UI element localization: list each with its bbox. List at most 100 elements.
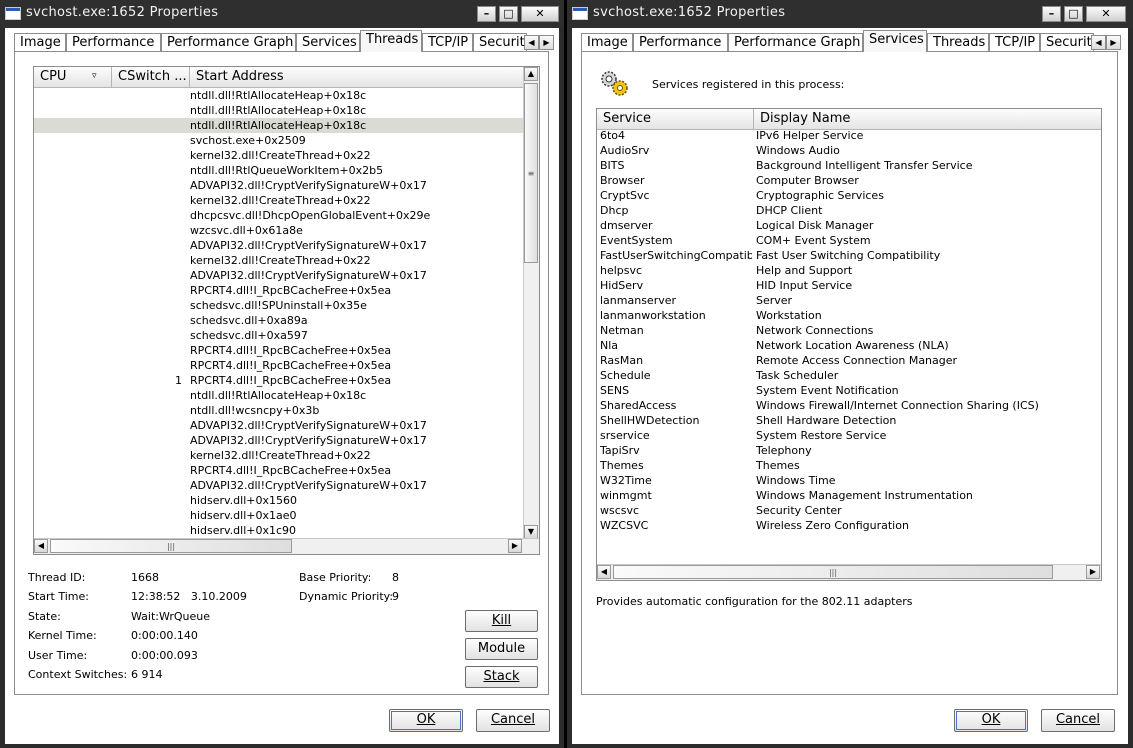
table-row[interactable]: Schedule Task Scheduler: [597, 368, 1101, 383]
tab-performance[interactable]: Performance: [633, 33, 728, 52]
table-row[interactable]: RasMan Remote Access Connection Manager: [597, 353, 1101, 368]
table-row[interactable]: WZCSVC Wireless Zero Configuration: [597, 518, 1101, 533]
table-row[interactable]: W32Time Windows Time: [597, 473, 1101, 488]
tab-security[interactable]: Securit: [1040, 33, 1094, 52]
table-row[interactable]: hidserv.dll+0x1ae0: [34, 508, 524, 523]
table-row[interactable]: FastUserSwitchingCompatibility Fast User …: [597, 248, 1101, 263]
horizontal-scrollbar[interactable]: ◀ ||| ▶: [597, 564, 1101, 580]
table-row[interactable]: ntdll.dll!RtlQueueWorkItem+0x2b5: [34, 163, 524, 178]
tab-scroll-right-button[interactable]: ▶: [539, 35, 554, 50]
table-row[interactable]: CryptSvc Cryptographic Services: [597, 188, 1101, 203]
tab-scroll-left-button[interactable]: ◀: [1091, 35, 1106, 50]
table-row[interactable]: hidserv.dll+0x1c90: [34, 523, 524, 538]
cancel-button[interactable]: Cancel: [1041, 709, 1115, 732]
table-row[interactable]: winmgmt Windows Management Instrumentatio…: [597, 488, 1101, 503]
cancel-button[interactable]: Cancel: [476, 709, 550, 732]
table-row[interactable]: svchost.exe+0x2509: [34, 133, 524, 148]
table-row[interactable]: SENS System Event Notification: [597, 383, 1101, 398]
table-row[interactable]: ADVAPI32.dll!CryptVerifySignatureW+0x17: [34, 478, 524, 493]
kill-button[interactable]: Kill: [465, 610, 538, 632]
table-row[interactable]: HidServ HID Input Service: [597, 278, 1101, 293]
tab-security[interactable]: Securit: [473, 33, 527, 52]
table-row[interactable]: 1 RPCRT4.dll!I_RpcBCacheFree+0x5ea: [34, 373, 524, 388]
table-row[interactable]: ADVAPI32.dll!CryptVerifySignatureW+0x17: [34, 418, 524, 433]
tab-tcpip[interactable]: TCP/IP: [989, 33, 1040, 52]
table-row[interactable]: ADVAPI32.dll!CryptVerifySignatureW+0x17: [34, 238, 524, 253]
scroll-left-button[interactable]: ◀: [34, 539, 48, 553]
table-row[interactable]: wscsvc Security Center: [597, 503, 1101, 518]
tab-services[interactable]: Services: [863, 30, 927, 52]
table-row[interactable]: RPCRT4.dll!I_RpcBCacheFree+0x5ea: [34, 283, 524, 298]
ok-button[interactable]: OK: [389, 709, 463, 732]
tab-threads[interactable]: Threads: [360, 30, 422, 52]
table-row[interactable]: kernel32.dll!CreateThread+0x22: [34, 253, 524, 268]
table-row[interactable]: Browser Computer Browser: [597, 173, 1101, 188]
tab-image[interactable]: Image: [581, 33, 633, 52]
table-row[interactable]: Nla Network Location Awareness (NLA): [597, 338, 1101, 353]
table-row[interactable]: BITS Background Intelligent Transfer Serv…: [597, 158, 1101, 173]
table-row[interactable]: ADVAPI32.dll!CryptVerifySignatureW+0x17: [34, 268, 524, 283]
table-row[interactable]: Dhcp DHCP Client: [597, 203, 1101, 218]
table-row[interactable]: ntdll.dll!RtlAllocateHeap+0x18c: [34, 388, 524, 403]
module-button[interactable]: Module: [465, 638, 538, 660]
tab-tcpip[interactable]: TCP/IP: [422, 33, 473, 52]
ok-button[interactable]: OK: [954, 709, 1028, 732]
tab-image[interactable]: Image: [14, 33, 66, 52]
scroll-left-button[interactable]: ◀: [597, 565, 611, 579]
maximize-button[interactable]: □: [499, 6, 518, 22]
horizontal-scroll-thumb[interactable]: |||: [613, 565, 1053, 579]
scroll-right-button[interactable]: ▶: [1086, 565, 1100, 579]
table-row[interactable]: ntdll.dll!RtlAllocateHeap+0x18c: [34, 118, 524, 133]
minimize-button[interactable]: –: [477, 6, 496, 22]
title-bar[interactable]: svchost.exe:1652 Properties – □ ✕: [0, 0, 564, 28]
tab-scroll-left-button[interactable]: ◀: [524, 35, 539, 50]
services-list[interactable]: Service Display Name 6to4 IPv6 Helper Ser…: [596, 108, 1102, 581]
close-button[interactable]: ✕: [1086, 6, 1126, 22]
table-row[interactable]: helpsvc Help and Support: [597, 263, 1101, 278]
scroll-right-button[interactable]: ▶: [508, 539, 522, 553]
table-row[interactable]: schedsvc.dll!SPUninstall+0x35e: [34, 298, 524, 313]
table-row[interactable]: RPCRT4.dll!I_RpcBCacheFree+0x5ea: [34, 343, 524, 358]
table-row[interactable]: dmserver Logical Disk Manager: [597, 218, 1101, 233]
vertical-scroll-thumb[interactable]: ≡: [524, 83, 538, 263]
table-row[interactable]: 6to4 IPv6 Helper Service: [597, 128, 1101, 143]
column-header-display-name[interactable]: Display Name: [754, 109, 1101, 129]
table-row[interactable]: AudioSrv Windows Audio: [597, 143, 1101, 158]
table-row[interactable]: lanmanworkstation Workstation: [597, 308, 1101, 323]
column-header-start-address[interactable]: Start Address: [190, 67, 530, 87]
vertical-scrollbar[interactable]: ▲ ≡ ▼: [523, 67, 539, 539]
tab-services[interactable]: Services: [296, 33, 360, 52]
table-row[interactable]: RPCRT4.dll!I_RpcBCacheFree+0x5ea: [34, 358, 524, 373]
tab-performance-graph[interactable]: Performance Graph: [728, 33, 863, 52]
horizontal-scrollbar[interactable]: ◀ ||| ▶: [34, 538, 539, 554]
tab-performance-graph[interactable]: Performance Graph: [161, 33, 296, 52]
table-row[interactable]: wzcsvc.dll+0x61a8e: [34, 223, 524, 238]
table-row[interactable]: dhcpcsvc.dll!DhcpOpenGlobalEvent+0x29e: [34, 208, 524, 223]
table-row[interactable]: hidserv.dll+0x1560: [34, 493, 524, 508]
scroll-up-button[interactable]: ▲: [524, 67, 538, 81]
table-row[interactable]: kernel32.dll!CreateThread+0x22: [34, 148, 524, 163]
tab-threads[interactable]: Threads: [927, 33, 989, 52]
column-header-cswitch[interactable]: CSwitch ...: [112, 67, 190, 87]
table-row[interactable]: ShellHWDetection Shell Hardware Detection: [597, 413, 1101, 428]
title-bar[interactable]: svchost.exe:1652 Properties – □ ✕: [567, 0, 1133, 28]
table-row[interactable]: Netman Network Connections: [597, 323, 1101, 338]
table-row[interactable]: schedsvc.dll+0xa89a: [34, 313, 524, 328]
table-row[interactable]: kernel32.dll!CreateThread+0x22: [34, 448, 524, 463]
table-row[interactable]: schedsvc.dll+0xa597: [34, 328, 524, 343]
tab-performance[interactable]: Performance: [66, 33, 161, 52]
table-row[interactable]: TapiSrv Telephony: [597, 443, 1101, 458]
threads-list[interactable]: CPU ▿ CSwitch ... Start Address ntdll.dll…: [33, 66, 540, 555]
table-row[interactable]: ntdll.dll!RtlAllocateHeap+0x18c: [34, 88, 524, 103]
table-row[interactable]: ADVAPI32.dll!CryptVerifySignatureW+0x17: [34, 433, 524, 448]
table-row[interactable]: SharedAccess Windows Firewall/Internet Co…: [597, 398, 1101, 413]
scroll-down-button[interactable]: ▼: [524, 525, 538, 539]
table-row[interactable]: Themes Themes: [597, 458, 1101, 473]
tab-scroll-right-button[interactable]: ▶: [1106, 35, 1121, 50]
column-header-cpu[interactable]: CPU ▿: [34, 67, 112, 87]
table-row[interactable]: ADVAPI32.dll!CryptVerifySignatureW+0x17: [34, 178, 524, 193]
horizontal-scroll-thumb[interactable]: |||: [50, 539, 292, 553]
minimize-button[interactable]: –: [1042, 6, 1061, 22]
table-row[interactable]: RPCRT4.dll!I_RpcBCacheFree+0x5ea: [34, 463, 524, 478]
table-row[interactable]: srservice System Restore Service: [597, 428, 1101, 443]
